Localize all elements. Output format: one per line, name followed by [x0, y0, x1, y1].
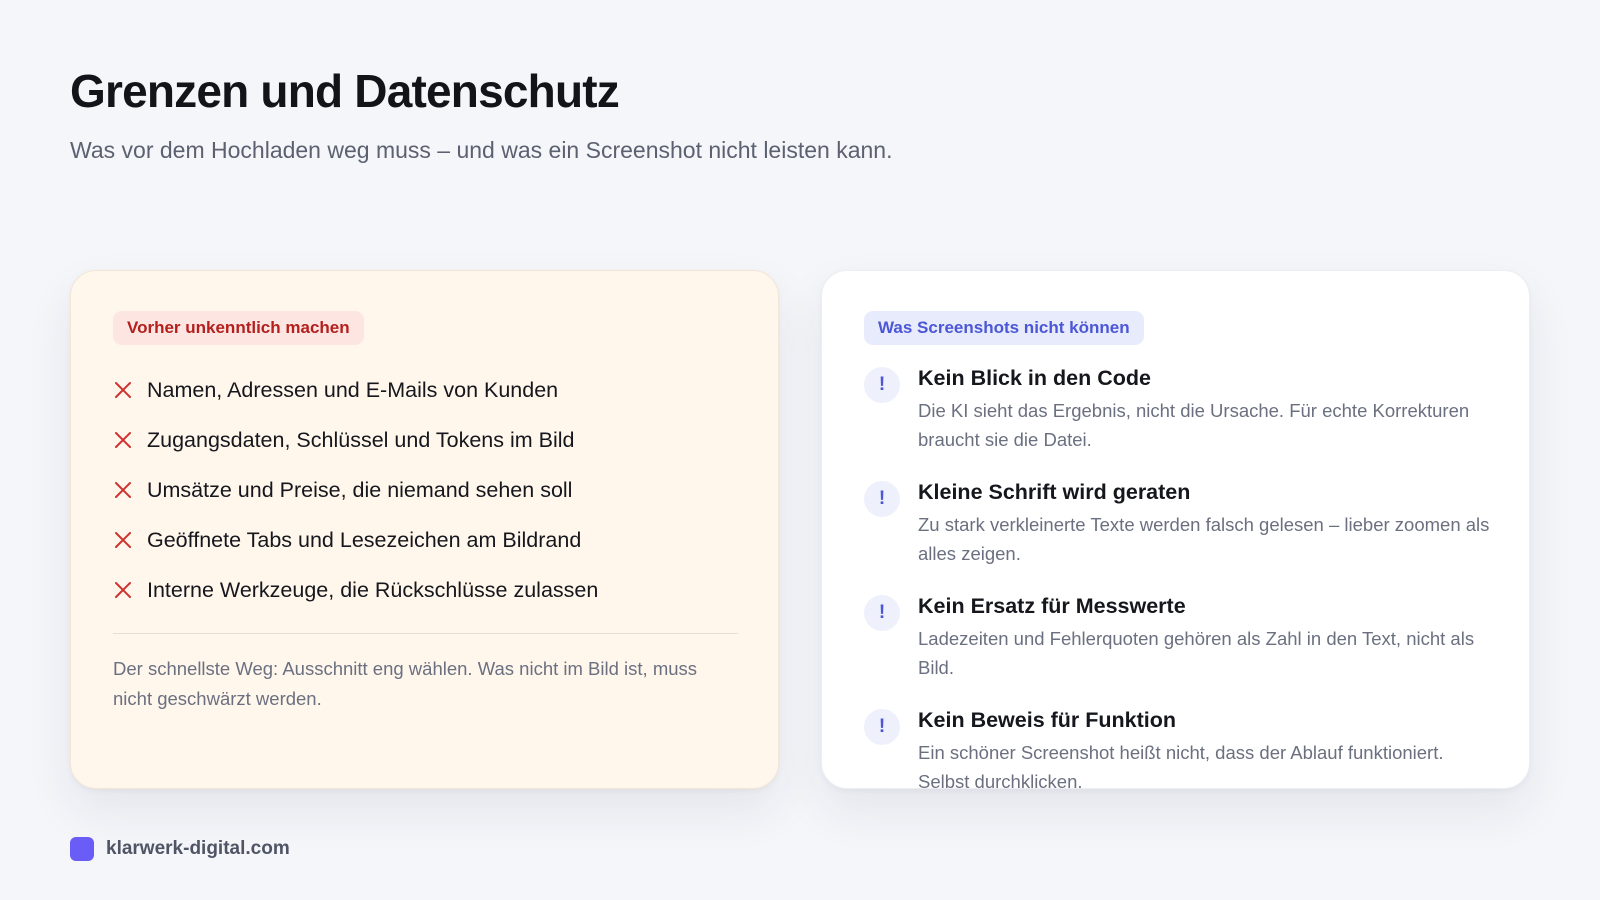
list-item-text: Namen, Adressen und E-Mails von Kunden [147, 377, 559, 402]
limit-title: Kein Ersatz für Messwerte [918, 594, 1186, 618]
list-item: ! Kein Beweis für Funktion Ein schöner S… [864, 707, 1487, 821]
exclamation-icon: ! [864, 595, 900, 631]
brand-logo-icon [70, 837, 94, 861]
exclamation-icon: ! [864, 709, 900, 745]
list-item: Interne Werkzeuge, die Rückschlüsse zula… [113, 565, 736, 615]
limits-card: Was Screenshots nicht können ! Kein Blic… [821, 270, 1530, 792]
cross-icon [113, 480, 133, 500]
list-item-text: Umsätze und Preise, die niemand sehen so… [147, 477, 573, 502]
exclamation-icon: ! [864, 367, 900, 403]
exclamation-icon: ! [864, 481, 900, 517]
privacy-note: Der schnellste Weg: Ausschnitt eng wähle… [113, 658, 698, 709]
cross-icon [113, 430, 133, 450]
limit-description: Ladezeiten und Fehlerquoten gehören als … [918, 628, 1475, 678]
redact-list: Namen, Adressen und E-Mails von Kunden Z… [113, 365, 736, 615]
list-item-text: Zugangsdaten, Schlüssel und Tokens im Bi… [147, 427, 575, 452]
limit-description: Ein schöner Screenshot heißt nicht, dass… [918, 742, 1444, 792]
list-item: Geöffnete Tabs und Lesezeichen am Bildra… [113, 515, 736, 565]
list-item: ! Kein Ersatz für Messwerte Ladezeiten u… [864, 593, 1487, 707]
limits-badge: Was Screenshots nicht können [864, 311, 1144, 345]
limit-title: Kein Beweis für Funktion [918, 708, 1177, 732]
privacy-badge: Vorher unkenntlich machen [113, 311, 364, 345]
list-item: ! Kleine Schrift wird geraten Zu stark v… [864, 479, 1489, 593]
privacy-card: Vorher unkenntlich machen Namen, Adresse… [70, 270, 779, 789]
footer: klarwerk-digital.com [70, 837, 290, 861]
list-item-text: Geöffnete Tabs und Lesezeichen am Bildra… [147, 527, 582, 552]
list-item-text: Interne Werkzeuge, die Rückschlüsse zula… [147, 577, 599, 602]
page-subtitle: Was vor dem Hochladen weg muss – und was… [70, 137, 893, 163]
list-item: ! Kein Blick in den Code Die KI sieht da… [864, 365, 1487, 479]
cross-icon [113, 530, 133, 550]
cross-icon [113, 580, 133, 600]
cross-icon [113, 380, 133, 400]
list-item: Namen, Adressen und E-Mails von Kunden [113, 365, 736, 415]
divider [113, 633, 738, 634]
limit-title: Kein Blick in den Code [918, 366, 1151, 390]
brand-name: klarwerk-digital.com [106, 838, 290, 859]
list-item: Umsätze und Preise, die niemand sehen so… [113, 465, 736, 515]
limit-description: Die KI sieht das Ergebnis, nicht die Urs… [918, 400, 1470, 450]
limit-title: Kleine Schrift wird geraten [918, 480, 1191, 504]
list-item: Zugangsdaten, Schlüssel und Tokens im Bi… [113, 415, 736, 465]
limit-description: Zu stark verkleinerte Texte werden falsc… [918, 514, 1490, 564]
limits-list: ! Kein Blick in den Code Die KI sieht da… [864, 365, 1489, 821]
page-title: Grenzen und Datenschutz [70, 65, 620, 117]
